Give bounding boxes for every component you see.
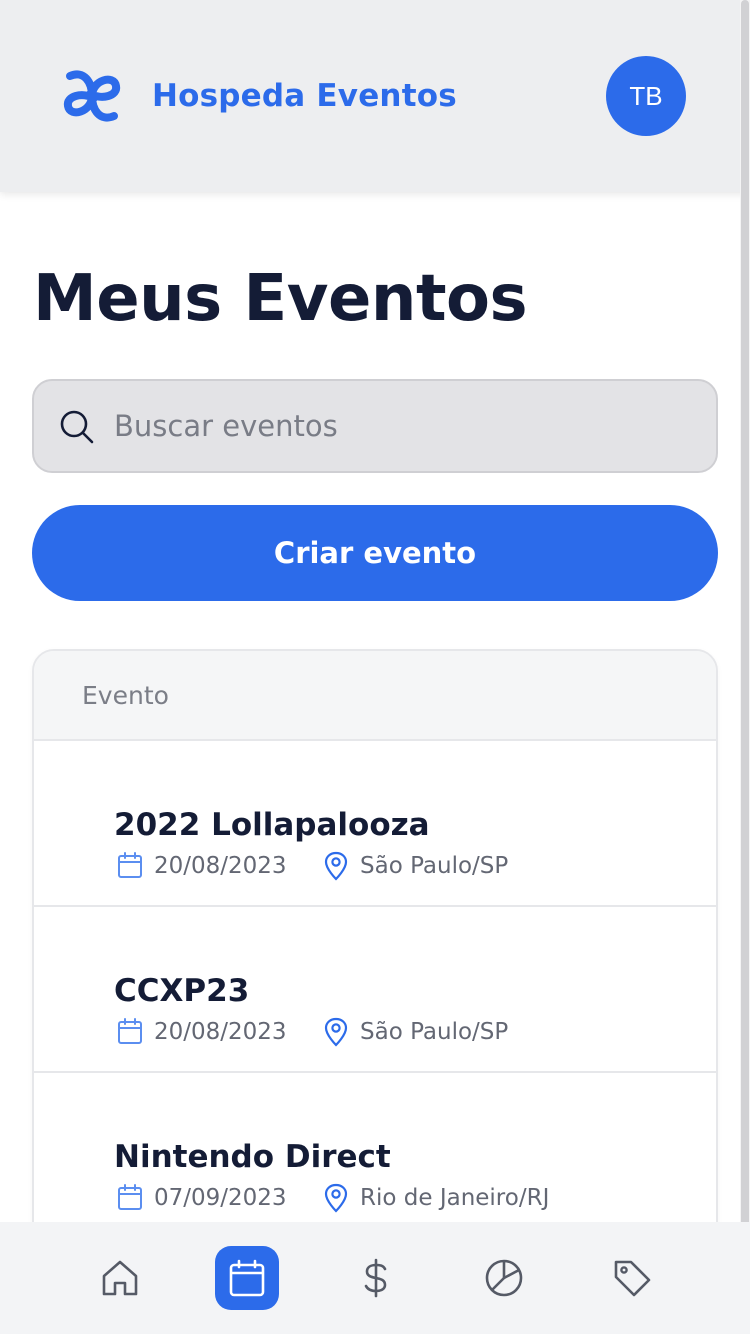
event-date: 07/09/2023 [154,1185,287,1211]
table-header: Evento [34,651,716,741]
app-title[interactable]: Hospeda Eventos [152,78,457,114]
pie-chart-icon [485,1259,523,1297]
location-pin-icon [324,1183,348,1213]
tag-icon [614,1260,651,1297]
column-header-evento: Evento [82,680,169,710]
app-screen: Hospeda Eventos TB Meus Eventos Criar ev… [0,0,750,1334]
calendar-icon [229,1259,265,1297]
home-icon [102,1260,138,1296]
event-location: São Paulo/SP [360,853,509,879]
hospeda-logo-icon[interactable] [62,66,122,126]
event-date: 20/08/2023 [154,853,287,879]
nav-tags[interactable] [600,1246,664,1310]
user-avatar[interactable]: TB [606,56,686,136]
dollar-icon [364,1258,387,1298]
event-name[interactable]: 2022 Lollapalooza [114,807,430,843]
nav-home[interactable] [88,1246,152,1310]
table-row[interactable]: Nintendo Direct 07/09/2023 Rio de Janeir… [34,1073,716,1239]
event-meta: 20/08/2023 São Paulo/SP [116,1015,508,1049]
app-header: Hospeda Eventos TB [0,0,750,192]
nav-events[interactable] [215,1246,279,1310]
calendar-icon [118,1184,142,1210]
event-meta: 20/08/2023 São Paulo/SP [116,849,508,883]
table-row[interactable]: CCXP23 20/08/2023 São Paulo/SP [34,907,716,1073]
nav-finance[interactable] [344,1246,408,1310]
calendar-icon [118,1018,142,1044]
search-icon [60,410,94,444]
search-input[interactable] [114,381,694,471]
calendar-icon [118,852,142,878]
event-name[interactable]: CCXP23 [114,973,249,1009]
events-table: Evento 2022 Lollapalooza 20/08/2023 São … [32,649,718,1289]
event-date: 20/08/2023 [154,1019,287,1045]
location-pin-icon [324,851,348,881]
location-pin-icon [324,1017,348,1047]
search-bar[interactable] [32,379,718,473]
event-meta: 07/09/2023 Rio de Janeiro/RJ [116,1181,549,1215]
bottom-navigation [0,1222,750,1334]
event-location: Rio de Janeiro/RJ [360,1185,550,1211]
nav-reports[interactable] [472,1246,536,1310]
scrollbar-thumb[interactable] [741,0,749,1280]
event-location: São Paulo/SP [360,1019,509,1045]
table-row[interactable]: 2022 Lollapalooza 20/08/2023 São Paulo/S… [34,741,716,907]
event-name[interactable]: Nintendo Direct [114,1139,391,1175]
create-event-button[interactable]: Criar evento [32,505,718,601]
page-title: Meus Eventos [33,262,528,336]
page-scrollbar[interactable] [740,0,750,1280]
